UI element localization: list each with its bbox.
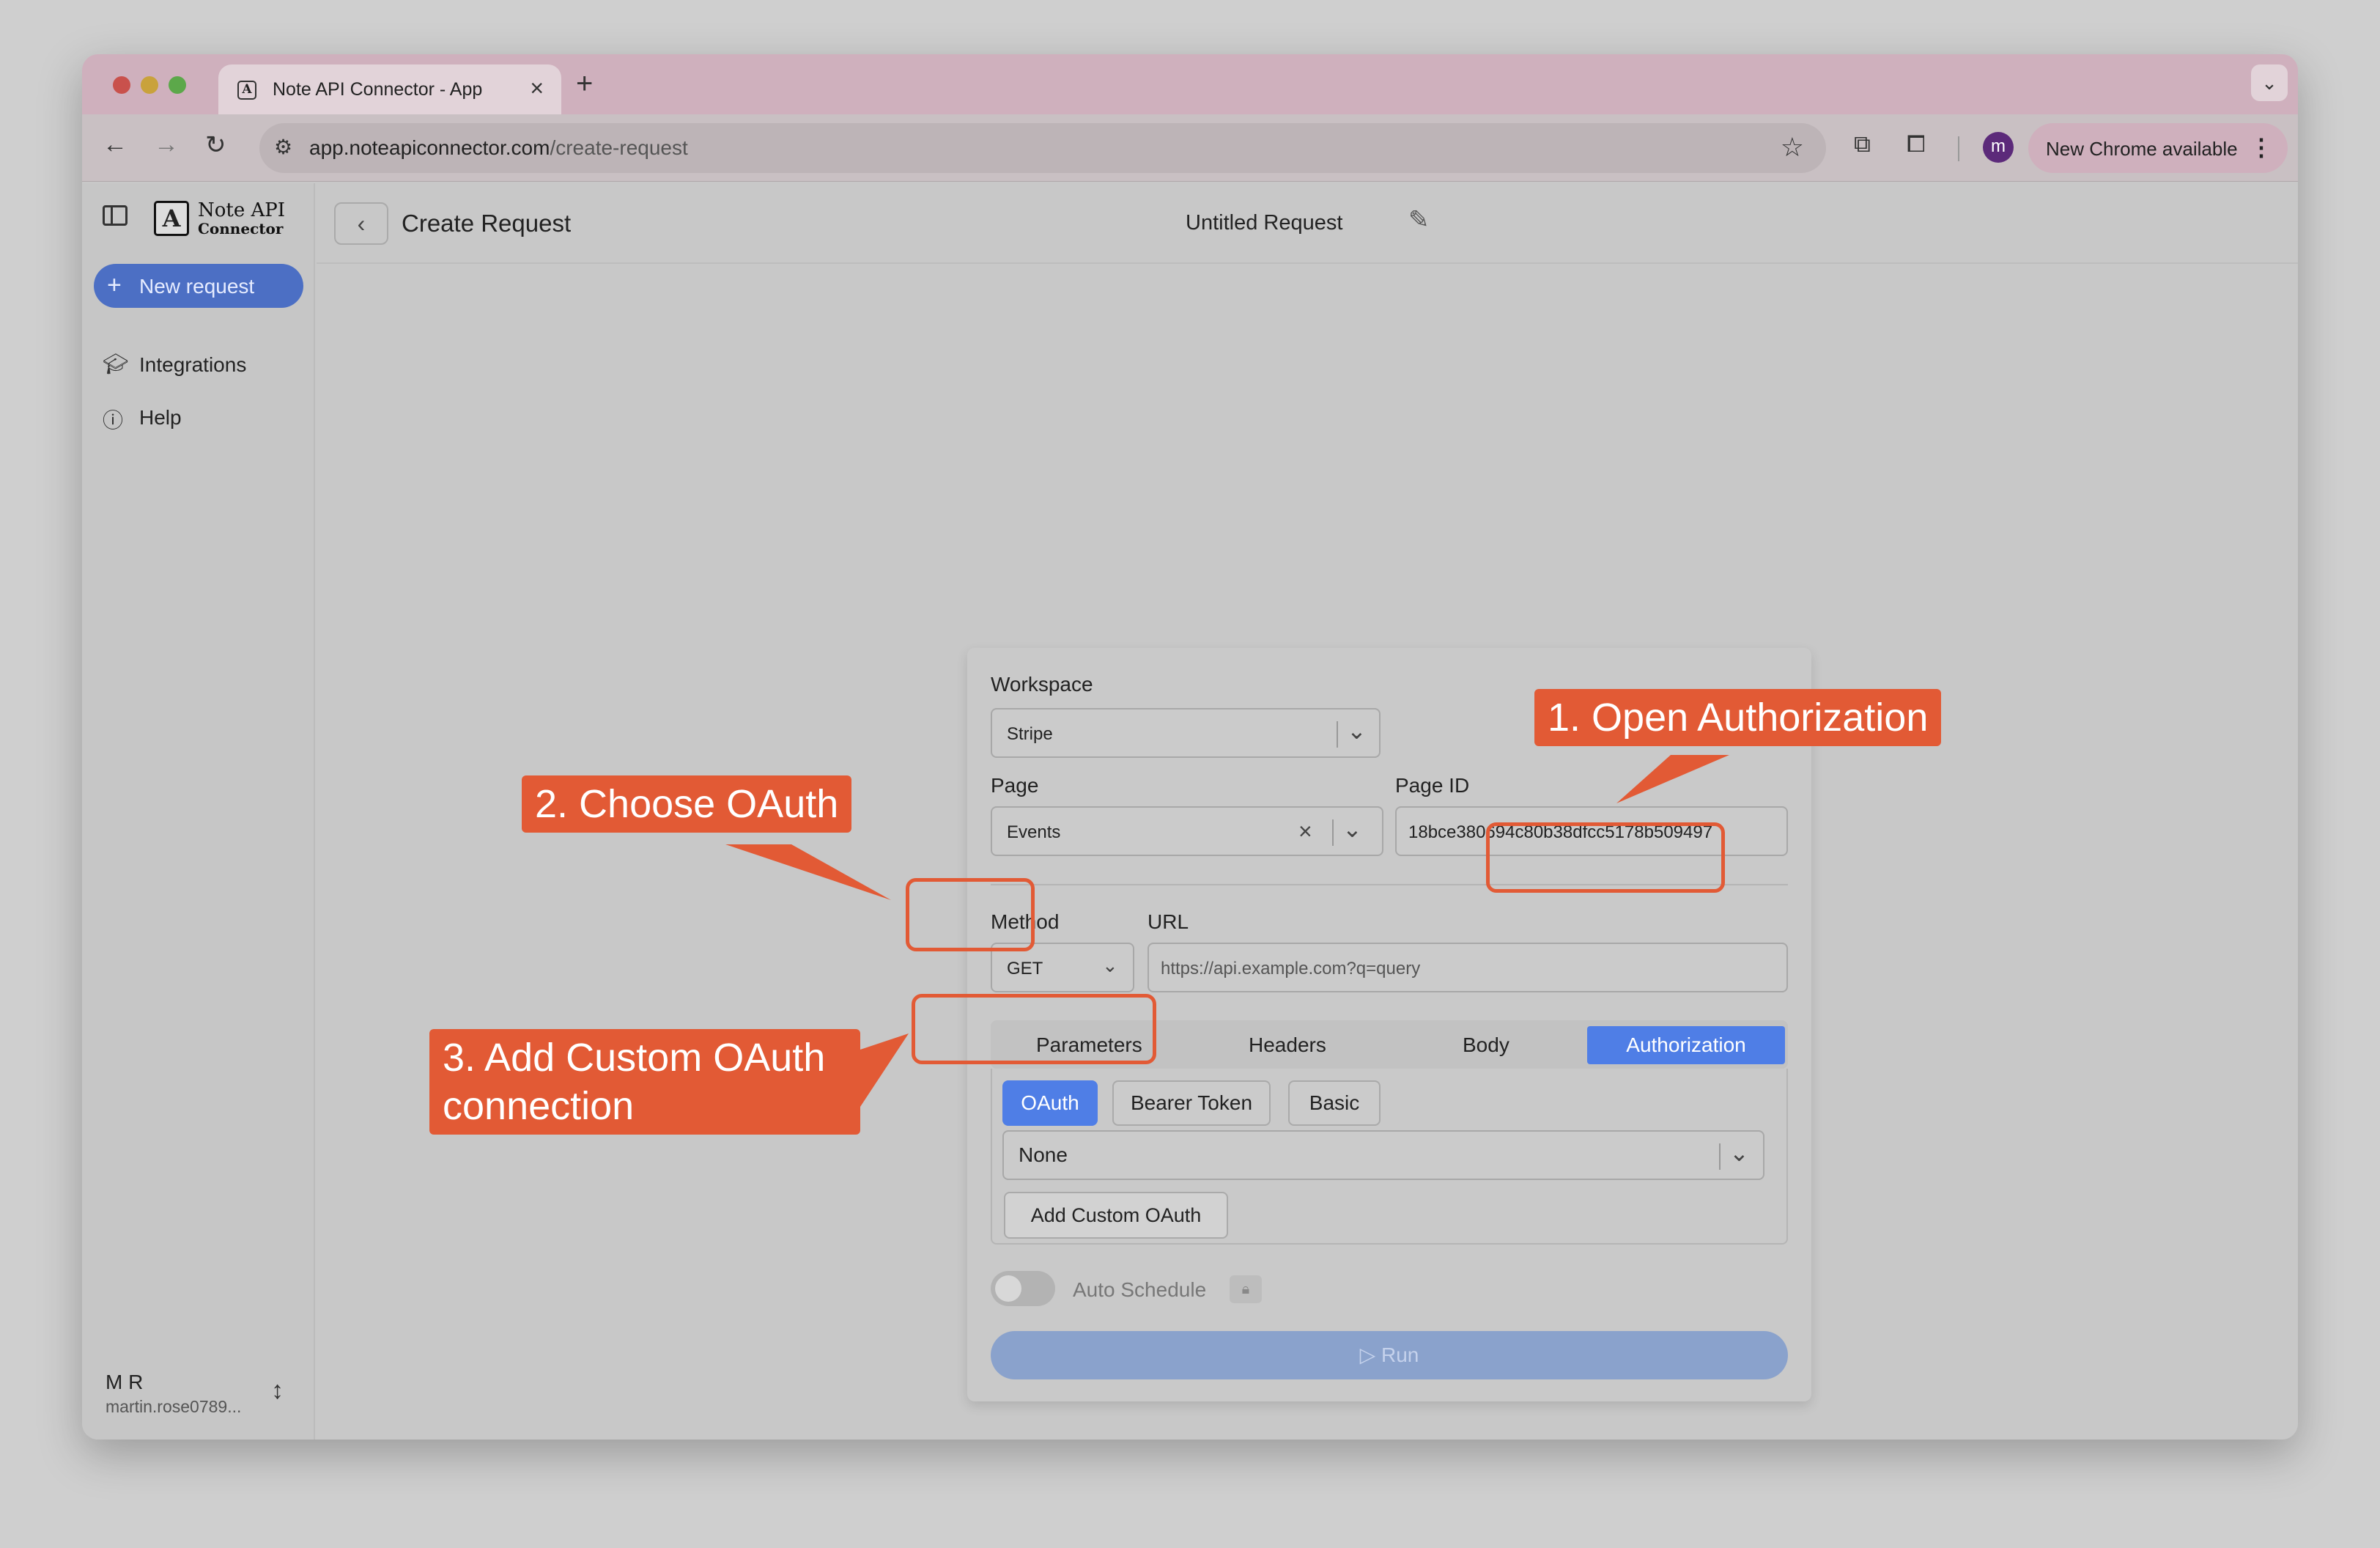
highlight-authorization <box>1486 822 1725 893</box>
browser-window: A Note API Connector - App × + ⌄ ← → ↻ ⚙… <box>82 54 2298 1440</box>
user-email: martin.rose0789... <box>106 1397 242 1416</box>
browser-tab[interactable]: A Note API Connector - App × <box>218 64 561 114</box>
page-title: Create Request <box>402 210 572 237</box>
url-label: URL <box>1148 910 1189 933</box>
forward-arrow-icon[interactable]: → <box>154 130 179 159</box>
sidebar: A Note API Connector + New request 🎓︎ In… <box>82 183 315 1440</box>
select-divider <box>1337 721 1338 748</box>
reload-icon[interactable]: ↻ <box>205 130 226 160</box>
user-name: M R <box>106 1371 144 1393</box>
new-tab-icon[interactable]: + <box>576 67 593 100</box>
sidebar-item-label: Help <box>139 406 182 429</box>
back-button[interactable]: ‹ <box>334 202 388 245</box>
help-circle-icon: ⓘ <box>103 409 124 432</box>
add-custom-oauth-button[interactable]: Add Custom OAuth <box>1004 1192 1228 1239</box>
workspace-select[interactable]: Stripe ⌄ <box>991 708 1381 758</box>
bearer-token-button[interactable]: Bearer Token <box>1112 1080 1271 1126</box>
new-request-button[interactable]: + New request <box>94 264 303 308</box>
back-arrow-icon[interactable]: ← <box>103 130 128 159</box>
chevron-down-icon: ⌄ <box>1347 718 1367 744</box>
callout-step-3-line1: 3. Add Custom OAuth <box>443 1036 826 1080</box>
app-area: A Note API Connector + New request 🎓︎ In… <box>82 183 2298 1440</box>
callout-step-3: 3. Add Custom OAuth connection <box>429 1029 860 1135</box>
callout-step-3-line2: connection <box>443 1084 635 1128</box>
select-divider <box>1719 1143 1721 1170</box>
sidebar-toggle-icon[interactable] <box>103 205 128 226</box>
highlight-add-custom-oauth <box>912 994 1156 1064</box>
address-bar[interactable]: ⚙ app.noteapiconnector.com/create-reques… <box>259 123 1826 173</box>
url-placeholder: https://api.example.com?q=query <box>1161 959 1421 978</box>
url-input[interactable]: https://api.example.com?q=query <box>1148 943 1788 992</box>
highlight-oauth <box>906 878 1035 951</box>
select-divider <box>1332 819 1334 846</box>
profile-avatar[interactable]: m <box>1983 132 2014 163</box>
callout-step-2: 2. Choose OAuth <box>522 775 852 833</box>
page-label: Page <box>991 774 1039 797</box>
extensions-icon[interactable]: ⧠ <box>1907 130 1926 158</box>
tab-title: Note API Connector - App <box>273 79 483 100</box>
page-select[interactable]: Events × ⌄ <box>991 806 1383 856</box>
callout-step-1: 1. Open Authorization <box>1534 689 1942 746</box>
basic-button[interactable]: Basic <box>1288 1080 1381 1126</box>
tab-close-icon[interactable]: × <box>530 75 544 102</box>
bookmark-star-icon[interactable]: ☆ <box>1781 132 1804 163</box>
chrome-update-label: New Chrome available <box>2046 138 2238 160</box>
page-id-label: Page ID <box>1395 774 1470 797</box>
favicon-icon: A <box>237 81 256 100</box>
logo-text-line2: Connector <box>198 220 284 237</box>
chevron-down-icon: ⌄ <box>1342 816 1362 842</box>
run-label: Run <box>1381 1344 1419 1366</box>
plus-icon: + <box>107 271 122 299</box>
oauth-connection-select[interactable]: None ⌄ <box>1002 1130 1764 1180</box>
app-logo-icon: A <box>154 201 189 236</box>
account-switch-icon[interactable]: ↕ <box>271 1376 284 1405</box>
sidebar-item-label: Integrations <box>139 353 247 376</box>
url-host: app.noteapiconnector.com <box>309 136 550 159</box>
workspace-value: Stripe <box>1007 724 1053 744</box>
maximize-window-button[interactable] <box>169 76 186 94</box>
tab-headers[interactable]: Headers <box>1249 1033 1326 1057</box>
tab-groups-icon[interactable]: ⧉ <box>1854 130 1871 158</box>
workspace-label: Workspace <box>991 673 1093 696</box>
auto-schedule-label: Auto Schedule <box>1073 1278 1207 1301</box>
oauth-connection-value: None <box>1019 1143 1068 1166</box>
toolbar-divider <box>1958 136 1959 161</box>
oauth-button[interactable]: OAuth <box>1002 1080 1098 1126</box>
url-path: /create-request <box>550 136 688 159</box>
tab-body[interactable]: Body <box>1463 1033 1509 1057</box>
page-header: ‹ Create Request Untitled Request ✎ <box>317 183 2298 264</box>
play-icon: ▷ <box>1359 1344 1381 1366</box>
tab-search-icon[interactable]: ⌄ <box>2251 64 2288 101</box>
browser-toolbar: ← → ↻ ⚙ app.noteapiconnector.com/create-… <box>82 114 2298 182</box>
run-button[interactable]: ▷ Run <box>991 1331 1788 1379</box>
logo-text-line1: Note API <box>198 199 286 221</box>
method-value: GET <box>1007 959 1043 978</box>
request-name[interactable]: Untitled Request <box>1186 211 1342 235</box>
chevron-down-icon: ⌄ <box>1102 954 1118 976</box>
new-request-label: New request <box>139 275 255 298</box>
clear-icon[interactable]: × <box>1298 818 1312 845</box>
close-window-button[interactable] <box>113 76 130 94</box>
edit-pencil-icon[interactable]: ✎ <box>1408 205 1430 235</box>
page-value: Events <box>1007 822 1061 842</box>
tab-bar: A Note API Connector - App × + ⌄ <box>82 54 2298 114</box>
minimize-window-button[interactable] <box>141 76 158 94</box>
kebab-menu-icon[interactable]: ⋮ <box>2250 133 2273 161</box>
lock-icon: 🔒︎ <box>1230 1275 1262 1303</box>
graduation-cap-icon: 🎓︎ <box>103 353 129 375</box>
chrome-update-button[interactable]: New Chrome available ⋮ <box>2028 123 2288 173</box>
site-settings-icon[interactable]: ⚙ <box>274 135 292 159</box>
chevron-down-icon: ⌄ <box>1729 1140 1749 1166</box>
url-text: app.noteapiconnector.com/create-request <box>309 136 688 160</box>
auto-schedule-toggle[interactable] <box>991 1271 1055 1306</box>
tab-authorization[interactable]: Authorization <box>1587 1026 1785 1064</box>
